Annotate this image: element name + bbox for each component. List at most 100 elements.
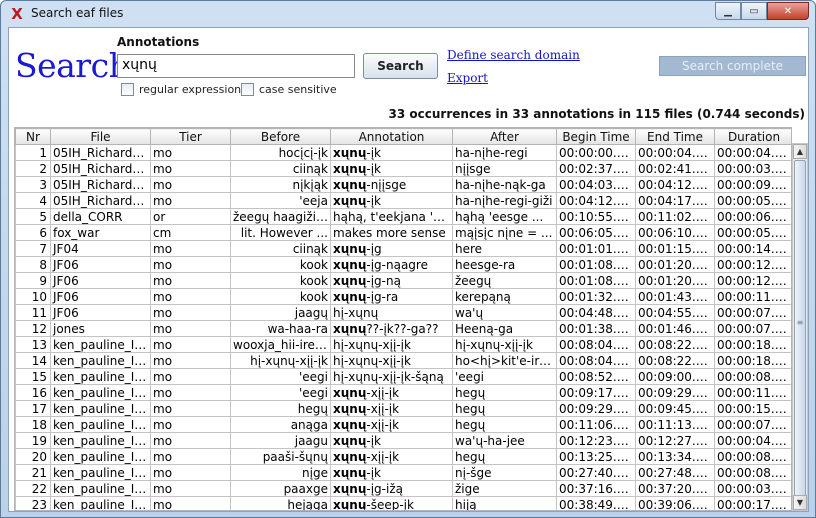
search-window: X Search eaf files ▁ ▭ ✕ Search Annotati… <box>0 0 816 518</box>
match-highlight: xųnų <box>333 417 367 432</box>
cell-nr: 3 <box>15 176 51 193</box>
table-row[interactable]: 6 fox_war cm lit. However ... makes more sen… <box>15 224 791 241</box>
column-header-before[interactable]: Before <box>230 128 331 145</box>
table-row[interactable]: 16 ken_pauline_IH... mo'eegi xųnų-xįį-įk heg… <box>15 384 791 401</box>
cell-after: Heeną-ga <box>452 320 557 337</box>
table-row[interactable]: 2 05IH_Richard_... mo ciinąk xųnų-įk nįįsge 00… <box>15 160 791 177</box>
cell-begin-time: 00:08:04.552 <box>556 336 636 353</box>
cell-end-time: 00:04:55.920 <box>635 304 715 321</box>
table-row[interactable]: 19 ken_pauline_IH... mo jaagu xųnų-įk wa'ų-ha… <box>15 432 791 449</box>
annotations-label: Annotations <box>117 35 200 49</box>
cell-tier: mo <box>150 304 231 321</box>
cell-annotation: hį-xųnų-xįį-įk <box>330 352 453 369</box>
table-row[interactable]: 1 05IH_Richard_... mo hocįcį-įk xųnų-įk ha-nį… <box>15 144 791 161</box>
minimize-button[interactable]: ▁ <box>715 2 741 20</box>
table-row[interactable]: 9 JF06 mo kook xųnų-įg-ną žeegų 00:01:08.283 00… <box>15 272 791 289</box>
annotation-text: ??-įk??-ga?? <box>366 321 439 336</box>
cell-nr: 13 <box>15 336 51 353</box>
cell-annotation: xųnų-įk <box>330 160 453 177</box>
window-controls: ▁ ▭ ✕ <box>715 2 809 20</box>
search-input[interactable]: xųnų <box>117 54 355 78</box>
table-row[interactable]: 13 ken_pauline_IH... mo wooxja_hii-ire-ga hį… <box>15 336 791 353</box>
cell-file: JF06 <box>50 272 151 289</box>
export-link[interactable]: Export <box>447 71 488 85</box>
cell-nr: 4 <box>15 192 51 209</box>
column-header-begin-time[interactable]: Begin Time <box>556 128 636 145</box>
cell-file: ken_pauline_IH... <box>50 400 151 417</box>
case-sensitive-checkbox[interactable]: case sensitive <box>241 83 337 96</box>
cell-annotation: xųnų-įg-nąagre <box>330 256 453 273</box>
cell-file: 05IH_Richard_... <box>50 160 151 177</box>
define-search-domain-link[interactable]: Define search domain <box>447 48 580 62</box>
grip-icon: ≡ <box>796 318 804 327</box>
cell-duration: 00:00:07.654 <box>714 304 791 321</box>
table-row[interactable]: 18 ken_pauline_IH... mo anąga xųnų-xįį-įk heg… <box>15 416 791 433</box>
column-header-annotation[interactable]: Annotation <box>330 128 453 145</box>
table-row[interactable]: 3 05IH_Richard_... mo nįkįąk xųnų-nįįsge ha-n… <box>15 176 791 193</box>
cell-after: hį-xųnų-xįį-įk <box>452 336 557 353</box>
maximize-button[interactable]: ▭ <box>741 2 767 20</box>
title-bar[interactable]: X Search eaf files ▁ ▭ ✕ <box>1 1 815 27</box>
cell-after: wa'ų-ha-jee <box>452 432 557 449</box>
annotation-text: -įg <box>366 241 382 256</box>
cell-nr: 9 <box>15 272 51 289</box>
column-header-end-time[interactable]: End Time <box>635 128 715 145</box>
table-row[interactable]: 4 05IH_Richard_... mo'eeja xųnų-įk ha-nįhe-r… <box>15 192 791 209</box>
cell-nr: 2 <box>15 160 51 177</box>
cell-file: ken_pauline_IH... <box>50 464 151 481</box>
match-highlight: xųnų <box>333 257 367 272</box>
table-row[interactable]: 22 ken_pauline_IH... mo paaxge xųnų-įg-ižą ži… <box>15 480 791 497</box>
table-row[interactable]: 11 JF06 mo jaagų hį-xųnų wa'ų 00:04:48.266 00:0… <box>15 304 791 321</box>
cell-begin-time: 00:01:38.989 <box>556 320 636 337</box>
column-header-duration[interactable]: Duration <box>714 128 791 145</box>
table-row[interactable]: 12 jones mo wa-haa-ra xųnų??-įk??-ga?? Heeną-… <box>15 320 791 337</box>
cell-after: hąhą 'eesge ... <box>452 208 557 225</box>
table-header-row: Nr File Tier Before Annotation After Begin Tim… <box>15 128 791 145</box>
regular-expression-checkbox[interactable]: regular expression <box>121 83 241 96</box>
cell-annotation: hį-xųnų-xįį-įk <box>330 336 453 353</box>
table-row[interactable]: 15 ken_pauline_IH... mo'eegi hį-xųnų-xįį-įk… <box>15 368 791 385</box>
annotation-text: -įk <box>366 193 381 208</box>
column-header-file[interactable]: File <box>50 128 151 145</box>
cell-tier: mo <box>150 384 231 401</box>
cell-before: 'eegi <box>230 384 331 401</box>
column-header-nr[interactable]: Nr <box>15 128 51 145</box>
annotation-text: -šeep-įk <box>366 497 414 511</box>
search-button[interactable]: Search <box>363 53 438 79</box>
cell-after: mąįsįc nįne = ... <box>452 224 557 241</box>
table-row[interactable]: 5 della_CORR or žeegų haagiži ... hąhą, t'ee… <box>15 208 791 225</box>
column-header-after[interactable]: After <box>452 128 557 145</box>
cell-end-time: 00:37:20.523 <box>635 480 715 497</box>
cell-before: hį-xųnų-xįį-įk <box>230 352 331 369</box>
match-highlight: xųnų <box>333 497 367 511</box>
cell-end-time: 00:01:20.665 <box>635 272 715 289</box>
cell-end-time: 00:02:41.281 <box>635 160 715 177</box>
table-row[interactable]: 10 JF06 mo kook xųnų-įg-ra kerepąną 00:01:32.1… <box>15 288 791 305</box>
cell-duration: 00:00:03.895 <box>714 160 791 177</box>
scroll-down-icon[interactable]: ▼ <box>793 495 807 510</box>
checkbox-box[interactable] <box>241 83 254 96</box>
match-highlight: xųnų <box>333 465 367 480</box>
table-row[interactable]: 21 ken_pauline_IH... mo nįge xųnų-įk nį-šge 00… <box>15 464 791 481</box>
table-row[interactable]: 8 JF06 mo kook xųnų-įg-nąagre heesge-ra 00:01:… <box>15 256 791 273</box>
client-area: Search Annotations xųnų Search regular e… <box>8 27 809 512</box>
table-row[interactable]: 14 ken_pauline_IH... mo hį-xųnų-xįį-įk hį-xų… <box>15 352 791 369</box>
results-summary: 33 occurrences in 33 annotations in 115 … <box>388 107 805 121</box>
annotation-text: -xįį-įk <box>366 385 400 400</box>
annotation-text: -xįį-įk <box>366 417 400 432</box>
scroll-thumb[interactable]: ≡ <box>794 160 806 496</box>
cell-begin-time: 00:00:00.810 <box>556 144 636 161</box>
cell-annotation: xųnų-xįį-įk <box>330 448 453 465</box>
table-row[interactable]: 17 ken_pauline_IH... mo hegų xųnų-xįį-įk hegų… <box>15 400 791 417</box>
cell-end-time: 00:39:06.298 <box>635 496 715 510</box>
table-row[interactable]: 7 JF04 mo ciinąk xųnų-įg here 00:01:01.175 00:0… <box>15 240 791 257</box>
scroll-up-icon[interactable]: ▲ <box>793 144 807 159</box>
vertical-scrollbar[interactable]: ▲ ≡ ▼ <box>792 143 808 511</box>
cell-duration: 00:00:04.039 <box>714 144 791 161</box>
column-header-tier[interactable]: Tier <box>150 128 231 145</box>
table-row[interactable]: 20 ken_pauline_IH... mo paaši-šųnų xųnų-xįį-… <box>15 448 791 465</box>
close-button[interactable]: ✕ <box>767 2 809 20</box>
table-row[interactable]: 23 ken_pauline_IH... mo hejąga xųnų-šeep-įk h… <box>15 496 791 511</box>
cell-nr: 20 <box>15 448 51 465</box>
checkbox-box[interactable] <box>121 83 134 96</box>
